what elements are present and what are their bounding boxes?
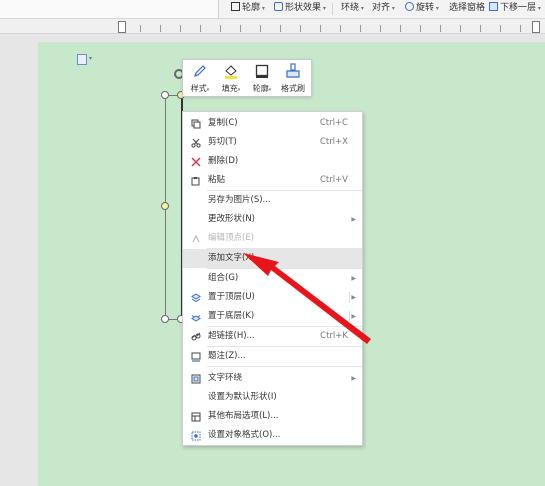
- ruler-tick: [200, 25, 201, 32]
- link-icon: [191, 332, 201, 341]
- ruler-tick: [320, 25, 321, 32]
- menu-item-caption[interactable]: 题注(Z)...: [183, 347, 362, 366]
- format-painter-icon: [286, 63, 300, 78]
- copy-icon: [191, 119, 201, 129]
- ruler-right-indent-marker[interactable]: [532, 21, 540, 33]
- ruler-tick: [520, 25, 521, 32]
- ruler-tick: [460, 25, 461, 32]
- menu-item-change-shape[interactable]: 更改形状(N) ▶: [183, 210, 362, 229]
- resize-handle[interactable]: [161, 91, 169, 99]
- edit-points-icon: [192, 234, 200, 243]
- menu-item-send-to-back[interactable]: 置于底层(K) ▶: [183, 307, 362, 326]
- menu-item-paste[interactable]: 粘贴 Ctrl+V: [183, 171, 362, 190]
- ruler-tick: [140, 25, 141, 32]
- rotate-button[interactable]: 旋转 ▾: [405, 2, 439, 15]
- ruler-tick: [500, 25, 501, 32]
- menu-item-delete[interactable]: 删除(D): [183, 152, 362, 171]
- menu-item-copy[interactable]: 复制(C) Ctrl+C: [183, 114, 362, 133]
- send-backward-icon: [489, 2, 498, 11]
- style-button[interactable]: 样式▾: [185, 60, 215, 96]
- submenu-split-divider: [349, 292, 350, 303]
- fill-bucket-icon: [225, 65, 237, 79]
- ruler-tick: [160, 25, 161, 32]
- page-layout-icon[interactable]: [77, 54, 87, 65]
- resize-handle[interactable]: [161, 315, 169, 323]
- chevron-right-icon: ▶: [351, 375, 356, 382]
- send-back-icon: [191, 315, 201, 322]
- menu-item-more-layout-options[interactable]: 其他布局选项(L)...: [183, 407, 362, 426]
- chevron-right-icon[interactable]: ▶: [351, 307, 356, 326]
- ribbon-left-panel: [0, 0, 219, 18]
- ruler-tick: [240, 25, 241, 32]
- shape-effect-icon: [274, 2, 283, 11]
- ruler-tick: [360, 25, 361, 32]
- menu-item-bring-to-front[interactable]: 置于顶层(U) ▶: [183, 288, 362, 307]
- horizontal-ruler[interactable]: [0, 19, 545, 34]
- outline-icon: [255, 64, 269, 78]
- menu-item-group[interactable]: 组合(G) ▶: [183, 269, 362, 288]
- bring-front-icon: [191, 293, 201, 303]
- fill-button[interactable]: 填充▾: [216, 60, 246, 96]
- menu-item-save-as-picture[interactable]: 另存为图片(S)...: [183, 191, 362, 210]
- menu-item-text-wrap[interactable]: 文字环绕 ▶: [183, 369, 362, 388]
- outline-icon: [231, 2, 240, 11]
- menu-item-add-text[interactable]: 添加文字(X): [183, 249, 362, 268]
- adjust-handle[interactable]: [161, 202, 169, 210]
- ruler-indent-marker[interactable]: [118, 21, 126, 33]
- format-object-icon: [191, 431, 201, 441]
- ruler-tick: [340, 25, 341, 32]
- menu-separator: [207, 366, 362, 367]
- toolbar-divider: [332, 3, 333, 15]
- ruler-tick: [300, 25, 301, 32]
- ruler-tick: [280, 25, 281, 32]
- rotate-icon: [405, 2, 414, 11]
- ruler-tick: [400, 25, 401, 32]
- ruler-tick: [440, 25, 441, 32]
- ruler-tick: [420, 25, 421, 32]
- pen-icon: [194, 65, 206, 77]
- menu-item-cut[interactable]: 剪切(T) Ctrl+X: [183, 133, 362, 152]
- menu-item-edit-points: 编辑顶点(E): [183, 229, 362, 248]
- menu-item-set-default-shape[interactable]: 设置为默认形状(I): [183, 388, 362, 407]
- submenu-split-divider: [349, 311, 350, 322]
- ruler-tick: [260, 25, 261, 32]
- paste-icon: [191, 177, 200, 186]
- layout-icon: [191, 412, 201, 422]
- menu-item-hyperlink[interactable]: 超链接(H)... Ctrl+K: [183, 327, 362, 346]
- floating-mini-toolbar: 样式▾ 填充▾ 轮廓▾ 格式刷: [182, 59, 312, 97]
- ruler-tick: [380, 25, 381, 32]
- outline-button[interactable]: 轮廓 ▾: [231, 2, 265, 15]
- selection-pane-button[interactable]: 选择窗格: [449, 2, 485, 15]
- ruler-tick: [180, 25, 181, 32]
- menu-item-format-object[interactable]: 设置对象格式(O)...: [183, 426, 362, 445]
- chevron-right-icon: ▶: [351, 275, 356, 282]
- shape-effect-button[interactable]: 形状效果 ▾: [274, 2, 326, 15]
- chevron-down-icon[interactable]: ▾: [89, 55, 92, 62]
- delete-icon: [191, 157, 201, 167]
- send-backward-button[interactable]: 下移一层 ▾: [489, 2, 541, 15]
- format-painter-button[interactable]: 格式刷: [278, 60, 308, 96]
- context-menu: 复制(C) Ctrl+C 剪切(T) Ctrl+X 删除(D) 粘贴 Ctrl+…: [182, 111, 363, 446]
- wrap-button[interactable]: 环绕 ▾: [341, 2, 364, 15]
- chevron-right-icon: ▶: [351, 216, 356, 223]
- align-button[interactable]: 对齐 ▾: [372, 2, 395, 15]
- caption-icon: [191, 352, 201, 362]
- wrap-icon: [191, 374, 201, 384]
- ruler-tick: [480, 25, 481, 32]
- cut-icon: [191, 138, 201, 148]
- ruler-tick: [220, 25, 221, 32]
- outline-style-button[interactable]: 轮廓▾: [247, 60, 277, 96]
- ribbon-toolbar: 轮廓 ▾ 形状效果 ▾ 环绕 ▾ 对齐 ▾ 旋转 ▾ 选择窗格 下移一层 ▾: [0, 0, 545, 19]
- chevron-right-icon[interactable]: ▶: [351, 288, 356, 307]
